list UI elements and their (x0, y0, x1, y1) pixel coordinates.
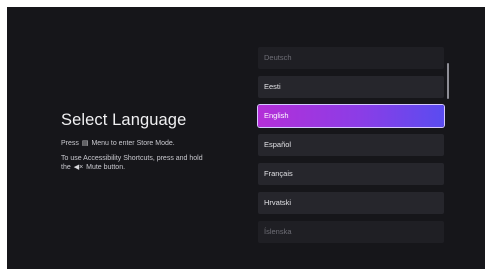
language-option-francais[interactable]: Français (258, 163, 444, 185)
language-option-eesti[interactable]: Eesti (258, 76, 444, 98)
language-option-hrvatski[interactable]: Hrvatski (258, 192, 444, 214)
store-mode-hint: Press ▤ Menu to enter Store Mode. (61, 139, 251, 148)
page-title: Select Language (61, 111, 187, 129)
hint-text-post: Mute button. (86, 164, 126, 171)
accessibility-hint-line-1: To use Accessibility Shortcuts, press an… (61, 155, 203, 162)
list-scrollbar[interactable] (447, 63, 449, 99)
menu-icon: ▤ (81, 140, 89, 147)
language-option-deutsch[interactable]: Deutsch (258, 47, 444, 69)
language-option-espanol[interactable]: Español (258, 134, 444, 156)
language-option-english[interactable]: English (258, 105, 444, 127)
tv-screen: Select Language Press ▤ Menu to enter St… (7, 7, 485, 269)
instructions-panel: Select Language Press ▤ Menu to enter St… (61, 111, 251, 172)
hint-text-post: Menu to enter Store Mode. (91, 140, 175, 147)
hint-text-pre: the (61, 164, 71, 171)
accessibility-hint-line-2: the ◀× Mute button. (61, 163, 251, 172)
mute-icon: ◀× (73, 164, 84, 171)
hint-text-pre: Press (61, 140, 79, 147)
language-option-islenska[interactable]: Íslenska (258, 221, 444, 243)
